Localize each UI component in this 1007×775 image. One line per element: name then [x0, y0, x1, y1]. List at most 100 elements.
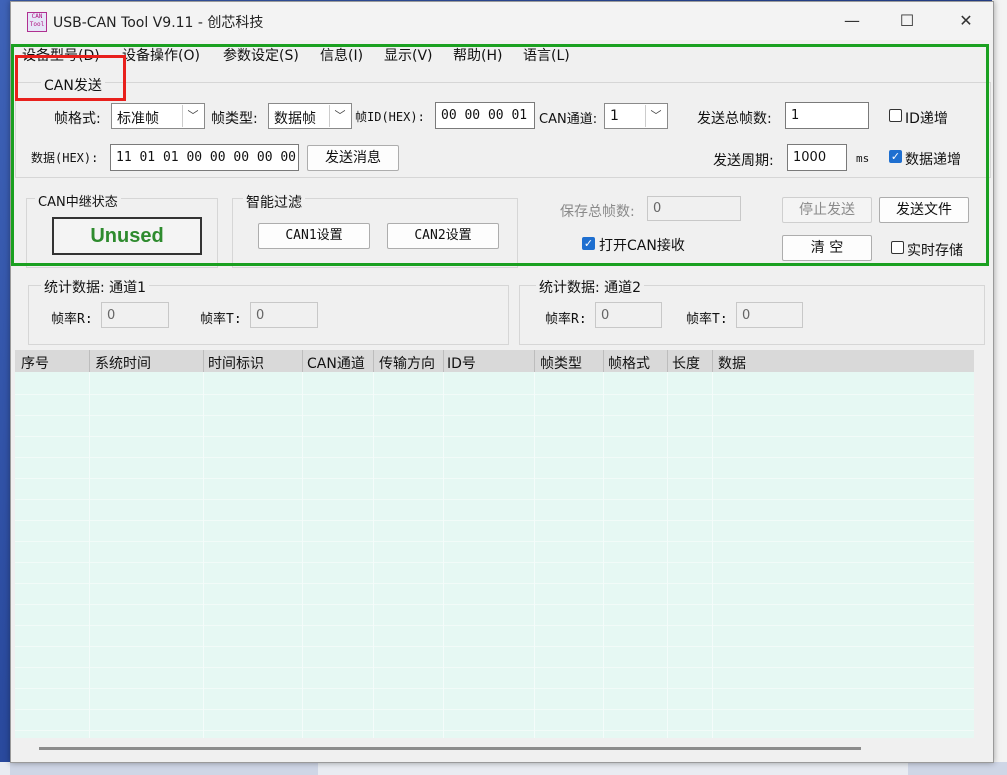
- send-message-button[interactable]: 发送消息: [307, 145, 399, 171]
- column-divider: [603, 350, 604, 738]
- column-header-system-time[interactable]: 系统时间: [95, 353, 151, 373]
- data-increment-checkbox[interactable]: ✓: [889, 150, 902, 163]
- period-input[interactable]: 1000: [787, 144, 847, 171]
- column-divider: [89, 350, 90, 738]
- stats-channel1-rx-value: 0: [101, 302, 169, 328]
- menu-parameter-settings[interactable]: 参数设定(S): [223, 45, 299, 65]
- close-button[interactable]: ✕: [943, 6, 989, 36]
- clear-button[interactable]: 清 空: [782, 235, 872, 261]
- maximize-button[interactable]: ☐: [884, 6, 930, 36]
- table-row-line: [15, 436, 974, 437]
- realtime-save-checkbox[interactable]: [891, 241, 904, 254]
- can1-settings-button[interactable]: CAN1设置: [258, 223, 370, 249]
- column-header-timestamp[interactable]: 时间标识: [208, 353, 264, 373]
- header-divider: [89, 350, 90, 372]
- desktop-background-strip: [992, 0, 1007, 775]
- data-label: 数据(HEX):: [31, 151, 99, 165]
- table-row-line: [15, 667, 974, 668]
- menu-device-operation[interactable]: 设备操作(O): [122, 45, 200, 65]
- can-channel-label: CAN通道:: [539, 112, 598, 127]
- column-divider: [443, 350, 444, 738]
- table-row-line: [15, 499, 974, 500]
- header-divider: [443, 350, 444, 372]
- frame-format-label: 帧格式:: [54, 111, 101, 127]
- header-divider: [302, 350, 303, 372]
- table-header: 序号 系统时间 时间标识 CAN通道 传输方向 ID号 帧类型 帧格式 长度 数…: [15, 350, 974, 372]
- period-unit: ms: [856, 152, 870, 165]
- can-send-group-title: CAN发送: [41, 75, 105, 95]
- total-frames-input[interactable]: 1: [785, 102, 869, 129]
- column-header-can-channel[interactable]: CAN通道: [307, 353, 365, 373]
- column-divider: [203, 350, 204, 738]
- table-row-line: [15, 688, 974, 689]
- menu-info[interactable]: 信息(I): [320, 45, 363, 65]
- id-increment-checkbox[interactable]: [889, 109, 902, 122]
- frame-id-input[interactable]: 00 00 00 01: [435, 102, 535, 129]
- send-file-button[interactable]: 发送文件: [879, 197, 969, 223]
- column-header-frame-format[interactable]: 帧格式: [608, 353, 650, 373]
- title-bar: CAN Tool USB-CAN Tool V9.11 - 创芯科技 — ☐ ✕: [11, 2, 993, 40]
- stats-channel2-rx-label: 帧率R:: [545, 312, 587, 327]
- table-grid: [15, 350, 974, 738]
- frame-id-label: 帧ID(HEX):: [355, 110, 425, 124]
- message-table[interactable]: 序号 系统时间 时间标识 CAN通道 传输方向 ID号 帧类型 帧格式 长度 数…: [15, 350, 974, 738]
- id-increment-label: ID递增: [905, 111, 948, 127]
- chevron-down-icon: ﹀: [329, 105, 350, 127]
- chevron-down-icon: ﹀: [182, 105, 203, 127]
- column-header-id[interactable]: ID号: [447, 353, 476, 373]
- app-icon: CAN Tool: [27, 12, 47, 32]
- menu-device-model[interactable]: 设备型号(D): [22, 45, 100, 65]
- column-header-direction[interactable]: 传输方向: [379, 353, 435, 373]
- table-row-line: [15, 520, 974, 521]
- header-divider: [373, 350, 374, 372]
- saved-frames-label: 保存总帧数:: [560, 204, 635, 220]
- stats-channel2-tx-value: 0: [736, 302, 803, 328]
- table-row-line: [15, 478, 974, 479]
- menu-bar: 设备型号(D) 设备操作(O) 参数设定(S) 信息(I) 显示(V) 帮助(H…: [11, 42, 993, 66]
- column-header-data[interactable]: 数据: [718, 353, 746, 373]
- column-header-frame-type[interactable]: 帧类型: [540, 353, 582, 373]
- table-row-line: [15, 562, 974, 563]
- saved-frames-input: 0: [647, 196, 741, 221]
- frame-format-select[interactable]: 标准帧 ﹀: [111, 103, 205, 129]
- menu-help[interactable]: 帮助(H): [453, 45, 502, 65]
- window-title: USB-CAN Tool V9.11 - 创芯科技: [53, 15, 264, 31]
- open-can-receive-checkbox[interactable]: ✓: [582, 237, 595, 250]
- stats-channel1-rx-label: 帧率R:: [51, 312, 93, 327]
- header-divider: [712, 350, 713, 372]
- can-relay-title: CAN中继状态: [35, 191, 121, 210]
- stats-channel2-title: 统计数据: 通道2: [536, 277, 645, 297]
- stats-channel1-title: 统计数据: 通道1: [41, 277, 150, 297]
- header-divider: [203, 350, 204, 372]
- menu-display[interactable]: 显示(V): [384, 45, 433, 65]
- can-channel-select[interactable]: 1 ﹀: [604, 103, 668, 129]
- can-channel-value: 1: [610, 108, 619, 124]
- table-row-line: [15, 541, 974, 542]
- open-can-receive-label: 打开CAN接收: [599, 238, 685, 254]
- column-divider: [302, 350, 303, 738]
- frame-type-label: 帧类型:: [211, 111, 258, 127]
- table-row-line: [15, 394, 974, 395]
- column-header-length[interactable]: 长度: [672, 353, 700, 373]
- minimize-button[interactable]: —: [829, 6, 875, 36]
- stats-channel2-tx-label: 帧率T:: [686, 312, 728, 327]
- realtime-save-label: 实时存储: [907, 243, 963, 259]
- stats-channel1-tx-label: 帧率T:: [200, 312, 242, 327]
- column-header-index[interactable]: 序号: [21, 353, 49, 373]
- stop-send-button[interactable]: 停止发送: [782, 197, 872, 223]
- data-input[interactable]: 11 01 01 00 00 00 00 00: [110, 144, 299, 171]
- header-divider: [667, 350, 668, 372]
- horizontal-scrollbar[interactable]: [39, 747, 861, 750]
- column-divider: [667, 350, 668, 738]
- frame-format-value: 标准帧: [117, 111, 159, 127]
- relay-status-indicator: Unused: [52, 217, 202, 255]
- column-divider: [712, 350, 713, 738]
- menu-language[interactable]: 语言(L): [523, 45, 570, 65]
- can2-settings-button[interactable]: CAN2设置: [387, 223, 499, 249]
- table-row-line: [15, 709, 974, 710]
- frame-type-select[interactable]: 数据帧 ﹀: [268, 103, 352, 129]
- header-divider: [603, 350, 604, 372]
- header-divider: [534, 350, 535, 372]
- smart-filter-title: 智能过滤: [243, 192, 305, 212]
- total-frames-label: 发送总帧数:: [697, 111, 772, 127]
